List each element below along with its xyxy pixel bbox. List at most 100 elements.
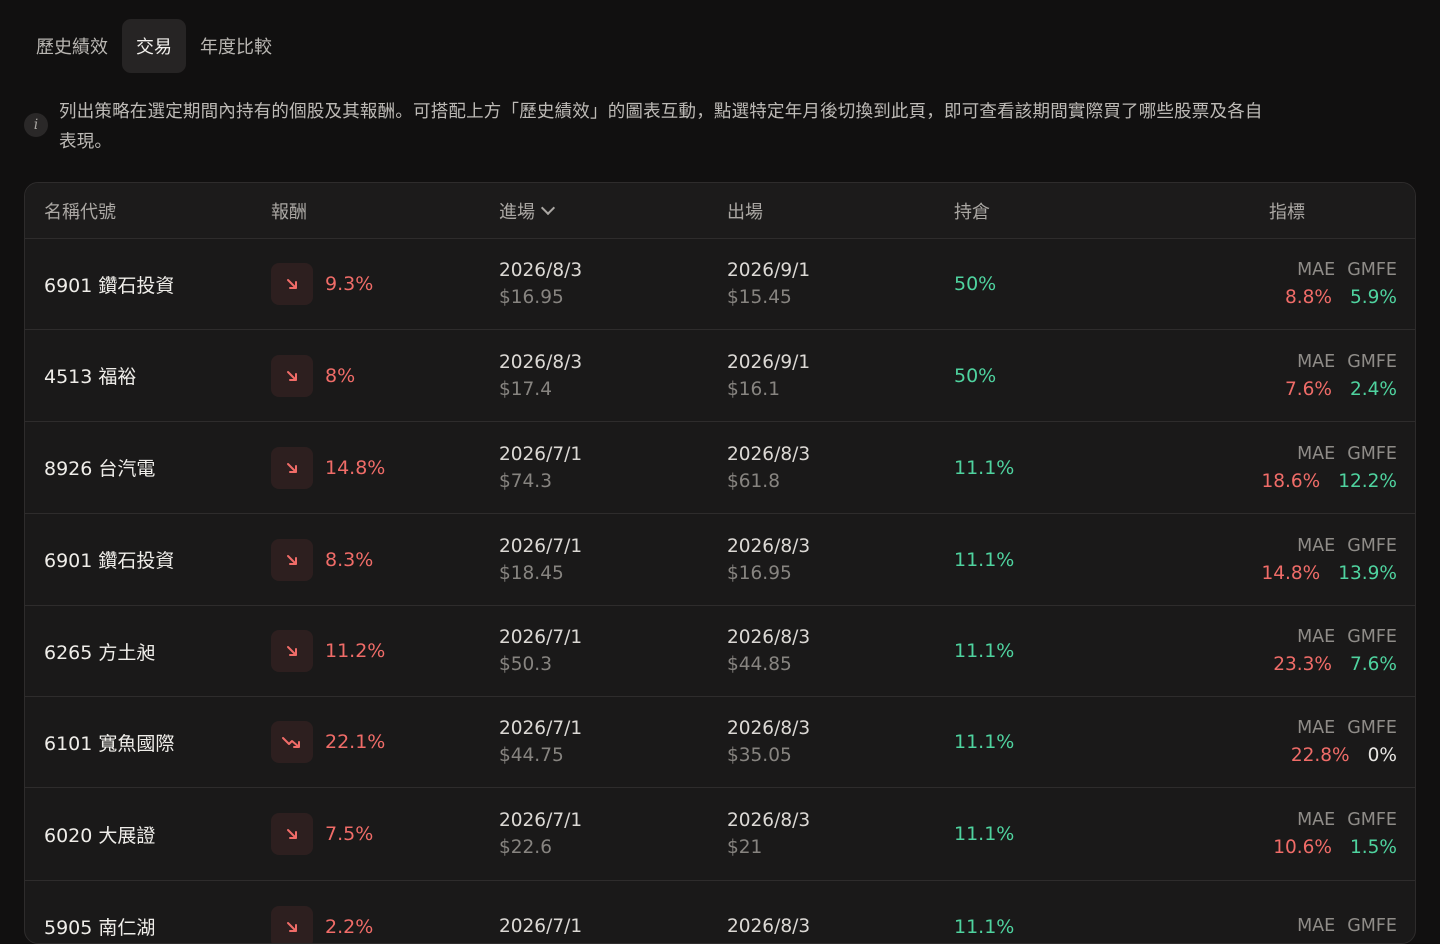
stock-name: 6901 鑽石投資: [44, 239, 174, 329]
exit-price: $61.8: [727, 468, 780, 495]
holding-value: 11.1%: [954, 422, 1014, 513]
mae-label: MAE: [1297, 533, 1335, 560]
gmfe-label: GMFE: [1347, 349, 1397, 376]
gmfe-value: 2.4%: [1350, 376, 1397, 403]
trend-down-icon: [271, 539, 313, 581]
gmfe-value: 7.6%: [1350, 651, 1397, 678]
indicator-labels: MAE GMFE: [1285, 807, 1397, 834]
return-cell: 8%: [271, 330, 355, 421]
gmfe-label: GMFE: [1347, 624, 1397, 651]
holding-value: 50%: [954, 330, 996, 421]
mae-value: 22.8%: [1291, 742, 1350, 769]
entry-cell: 2026/7/1$44.75: [499, 697, 582, 787]
return-cell: 11.2%: [271, 606, 385, 696]
return-cell: 9.3%: [271, 239, 373, 329]
stock-name: 6020 大展證: [44, 788, 155, 880]
column-header-return[interactable]: 報酬: [271, 183, 307, 238]
exit-cell: 2026/8/3$16.95: [727, 514, 810, 605]
entry-price: $22.6: [499, 834, 552, 861]
chevron-down-icon: [541, 201, 555, 215]
stock-name: 8926 台汽電: [44, 422, 155, 513]
gmfe-value: 13.9%: [1338, 560, 1397, 587]
trend-down-icon: [271, 355, 313, 397]
indicator-labels: MAEGMFE: [1285, 913, 1397, 940]
exit-date: 2026/9/1: [727, 257, 810, 284]
exit-cell: 2026/8/3$61.8: [727, 422, 810, 513]
gmfe-value: 12.2%: [1338, 468, 1397, 495]
gmfe-value: 5.9%: [1350, 284, 1397, 311]
indicator-values: 7.6%2.4%: [1267, 376, 1397, 403]
exit-date: 2026/8/3: [727, 715, 810, 742]
mae-label: MAE: [1297, 441, 1335, 468]
gmfe-label: GMFE: [1347, 807, 1397, 834]
column-header-indicators[interactable]: 指標: [1269, 183, 1305, 238]
entry-date: 2026/8/3: [499, 349, 582, 376]
mae-value: 14.8%: [1261, 560, 1320, 587]
stock-name: 6265 方土昶: [44, 606, 155, 696]
column-header-holding[interactable]: 持倉: [954, 183, 990, 238]
tab-annual-comparison[interactable]: 年度比較: [186, 19, 286, 73]
exit-cell: 2026/8/3$44.85: [727, 606, 810, 696]
exit-date: 2026/8/3: [727, 533, 810, 560]
entry-cell: 2026/7/1$74.3: [499, 422, 582, 513]
mae-label: MAE: [1297, 807, 1335, 834]
exit-date: 2026/8/3: [727, 624, 810, 651]
trend-down-icon: [271, 630, 313, 672]
gmfe-value: 0%: [1368, 742, 1397, 769]
return-value: 11.2%: [325, 640, 385, 662]
table-row[interactable]: 4513 福裕8%2026/8/3$17.42026/9/1$16.150%MA…: [25, 330, 1415, 422]
table-row[interactable]: 6901 鑽石投資9.3%2026/8/3$16.952026/9/1$15.4…: [25, 239, 1415, 330]
entry-date: 2026/7/1: [499, 441, 582, 468]
entry-cell: 2026/8/3$17.4: [499, 330, 582, 421]
return-cell: 8.3%: [271, 514, 373, 605]
holding-value: 50%: [954, 239, 996, 329]
exit-cell: 2026/9/1$16.1: [727, 330, 810, 421]
tab-bar: 歷史績效 交易 年度比較: [22, 19, 286, 73]
stock-name: 6901 鑽石投資: [44, 514, 174, 605]
tab-history-performance[interactable]: 歷史績效: [22, 19, 122, 73]
return-value: 9.3%: [325, 273, 373, 295]
gmfe-label: GMFE: [1347, 533, 1397, 560]
trend-down-icon: [271, 813, 313, 855]
column-header-name[interactable]: 名稱代號: [44, 183, 116, 238]
entry-date: 2026/8/3: [499, 257, 582, 284]
gmfe-value: 1.5%: [1350, 834, 1397, 861]
indicator-values: 18.6% 12.2%: [1243, 468, 1397, 495]
table-row[interactable]: 6901 鑽石投資8.3%2026/7/1$18.452026/8/3$16.9…: [25, 514, 1415, 606]
mae-label: MAE: [1297, 913, 1335, 940]
return-value: 14.8%: [325, 457, 385, 479]
table-row[interactable]: 8926 台汽電 14.8% 2026/7/1$74.3 2026/8/3$61.8 1…: [25, 422, 1415, 514]
gmfe-label: GMFE: [1347, 715, 1397, 742]
holding-value: 11.1%: [954, 881, 1014, 944]
entry-date: 2026/7/1: [499, 913, 582, 940]
table-row[interactable]: 5905 南仁湖2.2%2026/7/12026/8/311.1%MAEGMFE: [25, 881, 1415, 944]
return-value: 8.3%: [325, 549, 373, 571]
table-row[interactable]: 6101 寬魚國際22.1%2026/7/1$44.752026/8/3$35.…: [25, 697, 1415, 788]
column-header-exit[interactable]: 出場: [727, 183, 763, 238]
holding-value: 11.1%: [954, 514, 1014, 605]
mae-label: MAE: [1297, 624, 1335, 651]
table-row[interactable]: 6020 大展證7.5%2026/7/1$22.62026/8/3$2111.1…: [25, 788, 1415, 881]
mae-label: MAE: [1297, 257, 1335, 284]
return-cell: 22.1%: [271, 697, 385, 787]
table-row[interactable]: 6265 方土昶11.2%2026/7/1$50.32026/8/3$44.85…: [25, 606, 1415, 697]
indicator-cell: MAE GMFE 14.8% 13.9%: [1243, 514, 1397, 605]
column-header-entry[interactable]: 進場: [499, 183, 553, 238]
indicator-labels: MAE GMFE: [1285, 533, 1397, 560]
tab-trades[interactable]: 交易: [122, 19, 186, 73]
entry-date: 2026/7/1: [499, 807, 582, 834]
mae-value: 18.6%: [1261, 468, 1320, 495]
indicator-cell: MAEGMFE7.6%2.4%: [1267, 330, 1397, 421]
indicator-labels: MAEGMFE: [1285, 349, 1397, 376]
holding-value: 11.1%: [954, 788, 1014, 880]
return-cell: 7.5%: [271, 788, 373, 880]
indicator-values: 8.8%5.9%: [1267, 284, 1397, 311]
exit-cell: 2026/9/1$15.45: [727, 239, 810, 329]
indicator-cell: MAEGMFE: [1285, 881, 1397, 944]
mae-label: MAE: [1297, 715, 1335, 742]
mae-value: 10.6%: [1273, 834, 1332, 861]
indicator-values: 10.6% 1.5%: [1255, 834, 1397, 861]
exit-price: $16.1: [727, 376, 780, 403]
indicator-cell: MAE GMFE 10.6% 1.5%: [1255, 788, 1397, 880]
return-cell: 2.2%: [271, 881, 373, 944]
